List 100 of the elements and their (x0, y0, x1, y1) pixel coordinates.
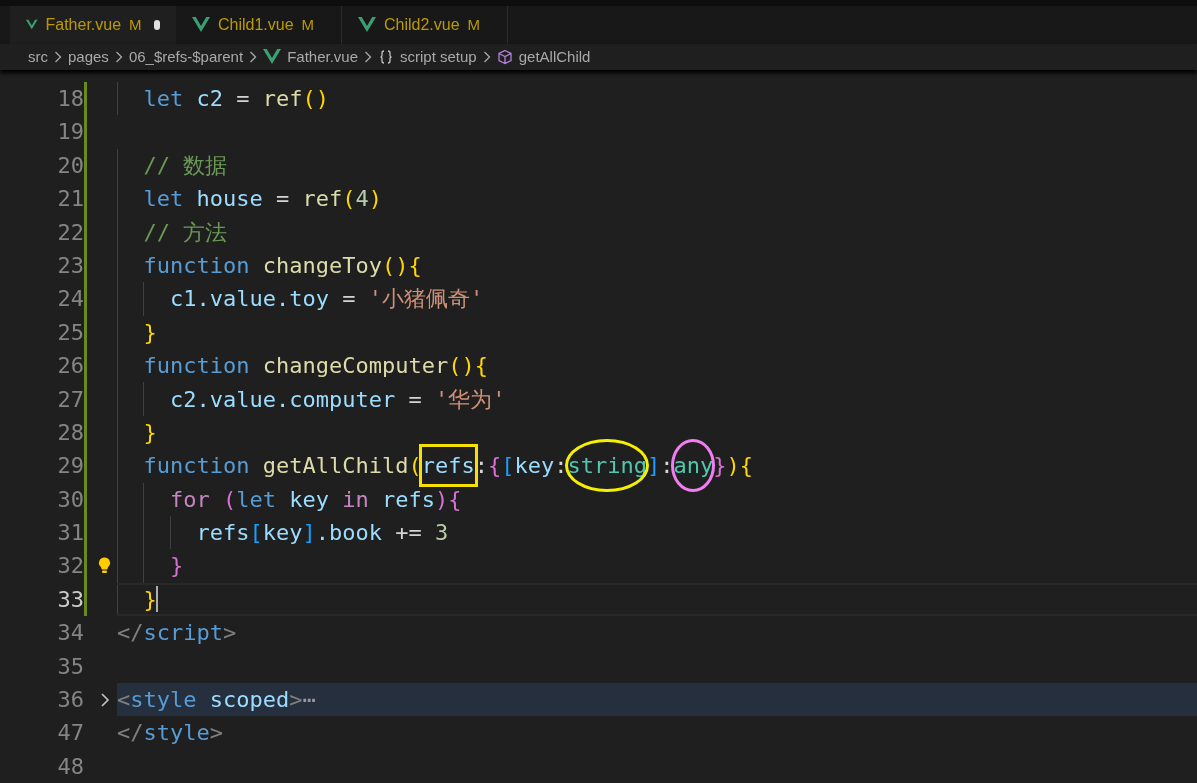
line-number: 35 (56, 652, 84, 681)
code-token: changeComputer (262, 353, 449, 379)
code-token: key (514, 453, 555, 479)
line-number: 48 (56, 752, 84, 781)
code-token: function (143, 353, 250, 379)
code-token: += (395, 520, 423, 546)
tab-label: Father.vue (45, 14, 122, 35)
code-token: (){ (448, 353, 488, 379)
line-number: 27 (56, 385, 84, 414)
code-token: refs (382, 486, 435, 512)
line-number: 30 (56, 485, 84, 514)
code-token: </ (117, 720, 144, 746)
tab-label: Child1.vue (218, 14, 294, 35)
code-token: } (143, 586, 157, 612)
chevron-right-icon[interactable] (99, 691, 110, 708)
code-token: refs (196, 520, 250, 546)
editor-tab[interactable]: Father.vue M (10, 5, 176, 45)
line-number: 31 (56, 519, 84, 548)
code-token: ref (262, 86, 303, 111)
line-number: 23 (56, 251, 84, 280)
code-token: } (713, 453, 727, 479)
code-token: } (170, 553, 184, 579)
line-number: 25 (56, 318, 84, 347)
code-token: ) (368, 186, 382, 212)
code-token: string (567, 453, 647, 479)
breadcrumb-item[interactable]: src (28, 45, 48, 69)
code-token: refs (421, 453, 475, 479)
code-token: (){ (381, 252, 422, 278)
status-label: M (129, 14, 142, 35)
chevron-right-icon (364, 50, 372, 63)
chevron-right-icon (114, 50, 123, 63)
line-number: 26 (56, 352, 84, 381)
vue-icon (192, 17, 210, 33)
code-token: any (673, 453, 714, 479)
breadcrumb-item[interactable]: script setup (400, 45, 477, 69)
code-token: let (143, 186, 184, 212)
code-token: function (143, 453, 250, 479)
breadcrumb-item[interactable]: pages (68, 45, 109, 69)
code-token: = (408, 386, 423, 412)
line-number: 47 (56, 719, 84, 748)
line-number: 22 (56, 218, 84, 247)
vue-icon (358, 17, 376, 33)
code-token: ( (408, 453, 422, 479)
code-token: let (236, 486, 276, 512)
braces-icon (378, 48, 394, 65)
line-number: 36 (56, 686, 84, 715)
tab-label: Child2.vue (384, 14, 460, 35)
code-token: > (209, 720, 223, 746)
code-token: let (143, 86, 184, 111)
code-token: ref (302, 186, 343, 212)
code-token: { (487, 453, 502, 479)
code-token: : (554, 453, 568, 479)
code-token: [ (501, 453, 515, 479)
line-number: 19 (56, 118, 84, 147)
code-token: '华为' (434, 386, 506, 412)
cube-icon (496, 48, 513, 65)
code-token: </ (117, 620, 144, 646)
breadcrumb-item[interactable]: Father.vue (287, 45, 358, 69)
code-token: ] (646, 453, 661, 479)
code-token: c2 (196, 86, 223, 111)
code-token: } (143, 419, 157, 445)
code-token: [ (249, 520, 263, 546)
code-token: > (223, 620, 237, 646)
vue-icon (263, 49, 282, 65)
status-label: M (467, 14, 481, 35)
line-number: 24 (56, 285, 84, 314)
status-label: M (301, 14, 315, 35)
code-token: // 数据 (143, 152, 228, 178)
line-number: 33 (56, 585, 84, 614)
code-token: '小猪佩奇' (368, 286, 484, 312)
line-number: 32 (56, 552, 84, 581)
code-token: in (342, 486, 369, 512)
code-token: 3 (434, 520, 449, 546)
code-token: style (130, 687, 197, 713)
code-token: script (143, 620, 223, 646)
code-token: ( (223, 486, 237, 512)
code-token: = (342, 286, 357, 312)
lightbulb-icon[interactable] (98, 557, 111, 575)
code-token: = (276, 186, 291, 212)
code-token: scoped (209, 687, 290, 713)
code-token: () (302, 86, 329, 111)
line-number: 34 (56, 619, 84, 648)
code-token: key (262, 520, 303, 546)
code-token: : (474, 453, 488, 479)
code-token: c1.value.toy (170, 286, 329, 312)
code-token: function (143, 252, 250, 278)
code-token: // 方法 (143, 219, 228, 245)
breadcrumb-item[interactable]: getAllChild (518, 45, 591, 69)
code-token: style (143, 720, 210, 746)
breadcrumb-item[interactable]: 06_$refs-$parent (128, 45, 244, 69)
chevron-right-icon (482, 50, 491, 63)
code-token: changeToy (262, 252, 382, 278)
code-token: ( (342, 186, 356, 212)
code-token: key (289, 486, 329, 512)
code-token: for (170, 486, 210, 512)
code-token: ){ (726, 453, 753, 479)
folded-ellipsis: ⋯ (302, 687, 316, 713)
code-token: < (117, 687, 131, 713)
code-token: .book (315, 520, 382, 546)
line-number: 18 (56, 85, 84, 113)
